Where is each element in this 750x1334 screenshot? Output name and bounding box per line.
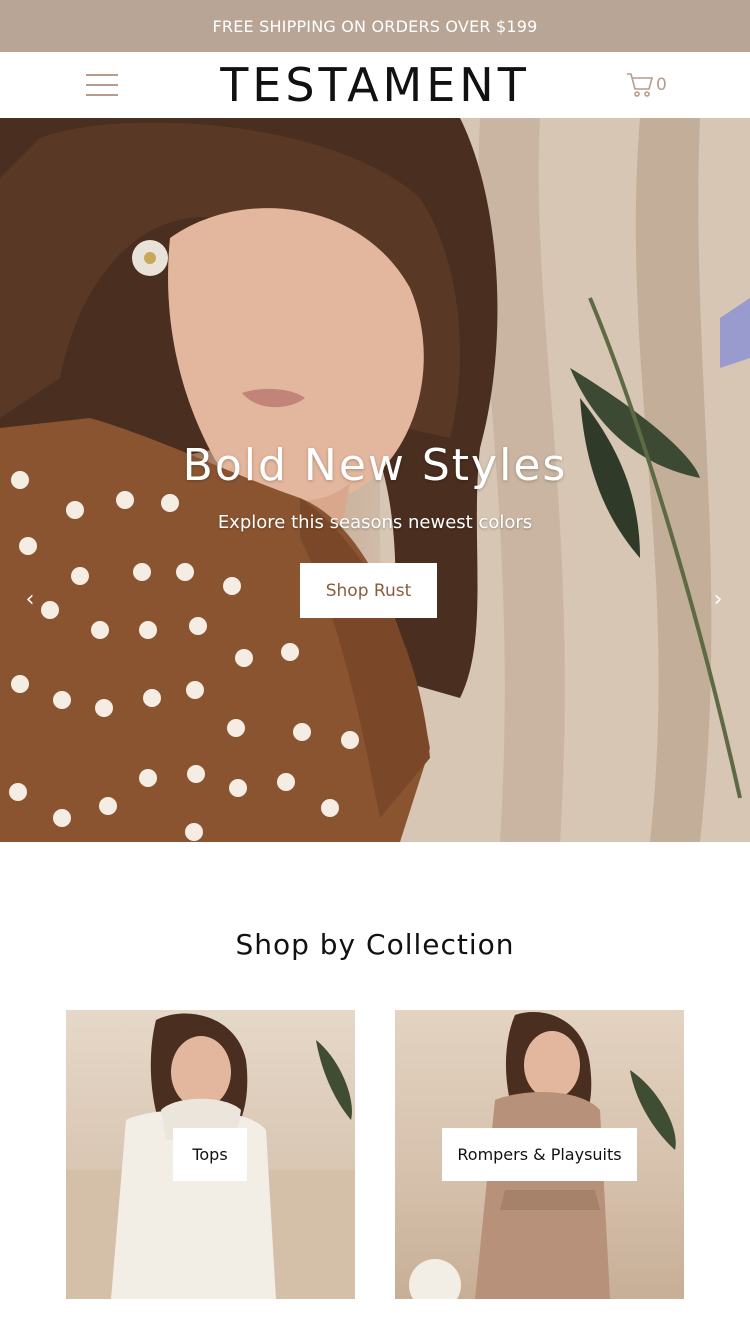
cart-button[interactable]: 0: [626, 72, 667, 98]
chevron-left-icon[interactable]: ‹: [20, 586, 40, 612]
collection-title: Shop by Collection: [235, 928, 515, 961]
hero-banner[interactable]: ‹ › Bold New Styles Explore this seasons…: [0, 118, 750, 842]
collection-label: Rompers & Playsuits: [442, 1128, 637, 1181]
site-header: TESTAMENT 0: [0, 52, 750, 118]
hero-subtitle: Explore this seasons newest colors: [217, 512, 533, 533]
announcement-text: FREE SHIPPING ON ORDERS OVER $199: [212, 16, 538, 36]
announcement-bar: FREE SHIPPING ON ORDERS OVER $199: [0, 0, 750, 52]
shop-rust-button[interactable]: Shop Rust: [300, 563, 437, 618]
collection-card-rompers[interactable]: Rompers & Playsuits: [395, 1010, 684, 1299]
hero-title: Bold New Styles: [182, 440, 568, 491]
collection-card-tops[interactable]: Tops: [66, 1010, 355, 1299]
cart-icon: [627, 73, 654, 97]
collection-label: Tops: [173, 1128, 247, 1181]
chevron-right-icon[interactable]: ›: [708, 586, 728, 612]
cart-count: 0: [656, 75, 667, 95]
